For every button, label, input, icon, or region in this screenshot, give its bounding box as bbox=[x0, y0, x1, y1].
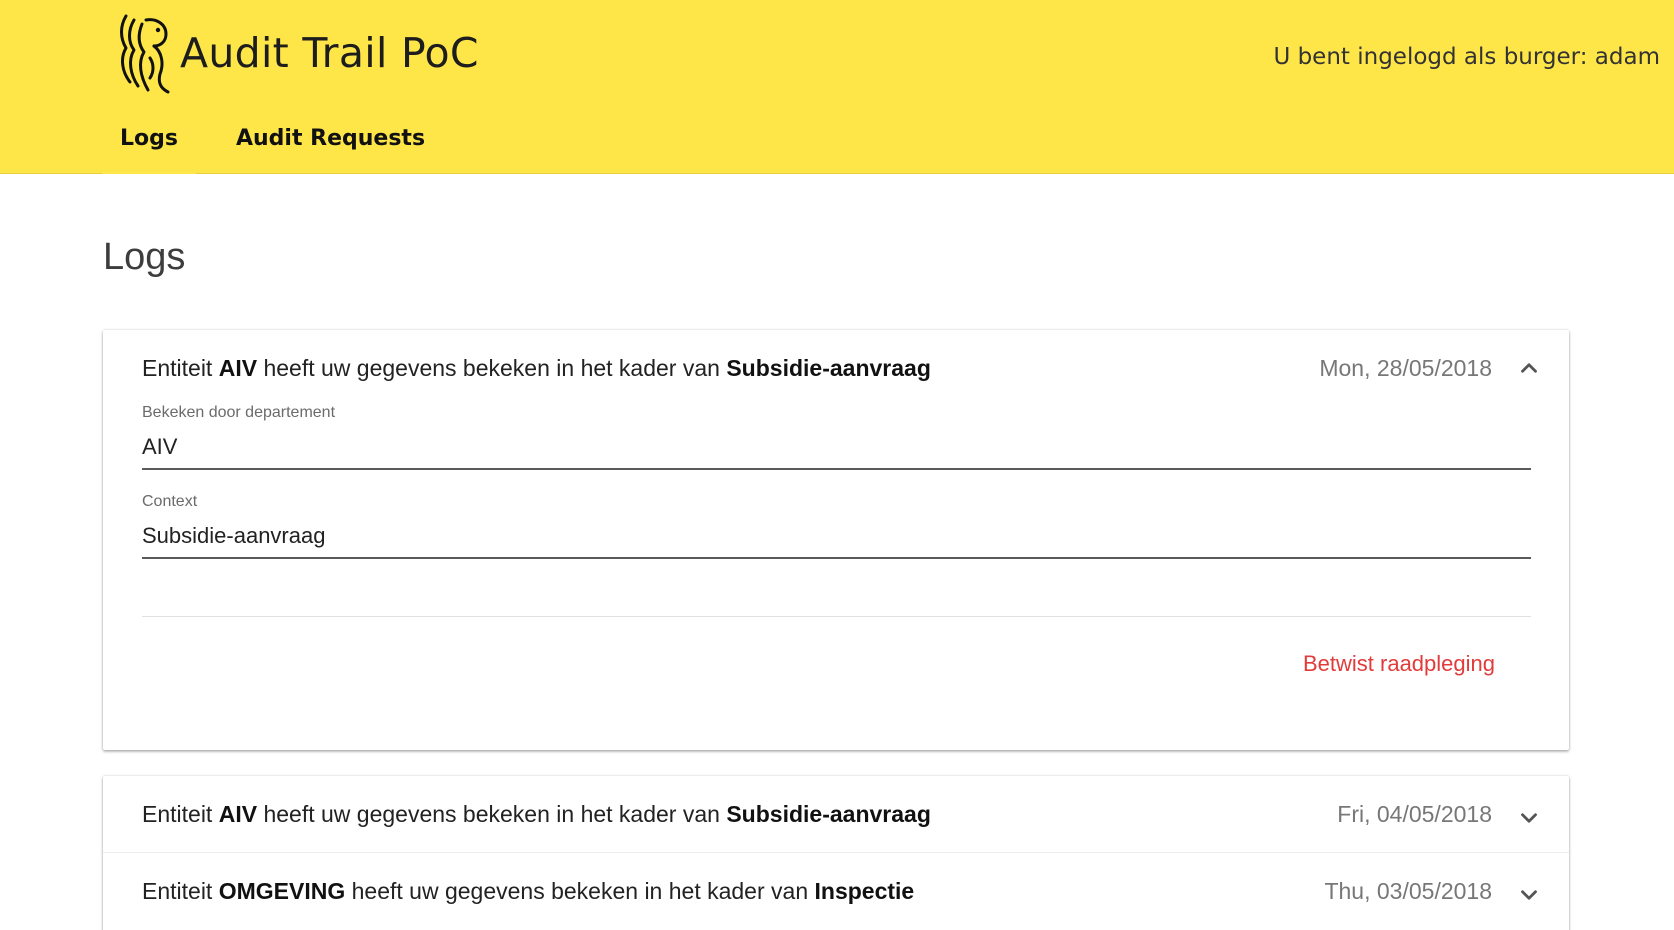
log-entity: OMGEVING bbox=[218, 877, 346, 904]
nav-item-audit-requests[interactable]: Audit Requests bbox=[218, 118, 443, 174]
log-prefix: Entiteit bbox=[142, 877, 213, 904]
department-field: Bekeken door departement bbox=[142, 404, 1531, 470]
log-middle-text: heeft uw gegevens bekeken in het kader v… bbox=[263, 354, 720, 381]
main-nav: Logs Audit Requests bbox=[102, 118, 443, 174]
log-header[interactable]: Entiteit AIV heeft uw gegevens bekeken i… bbox=[103, 776, 1569, 852]
log-prefix: Entiteit bbox=[142, 354, 213, 381]
log-header[interactable]: Entiteit AIV heeft uw gegevens bekeken i… bbox=[103, 330, 1569, 406]
app-title: Audit Trail PoC bbox=[180, 29, 479, 77]
log-title: Entiteit AIV heeft uw gegevens bekeken i… bbox=[142, 801, 931, 828]
log-title: Entiteit AIV heeft uw gegevens bekeken i… bbox=[142, 355, 931, 382]
page-title: Logs bbox=[103, 236, 186, 278]
log-middle-text: heeft uw gegevens bekeken in het kader v… bbox=[263, 800, 720, 827]
log-date: Mon, 28/05/2018 bbox=[1319, 354, 1492, 381]
log-context: Subsidie-aanvraag bbox=[726, 354, 931, 381]
log-date: Thu, 03/05/2018 bbox=[1324, 877, 1492, 904]
top-bar: Audit Trail PoC U bent ingelogd als burg… bbox=[0, 0, 1674, 174]
brand[interactable]: Audit Trail PoC bbox=[116, 12, 479, 94]
department-input[interactable] bbox=[142, 434, 1531, 470]
log-context: Inspectie bbox=[814, 877, 915, 904]
context-label: Context bbox=[142, 493, 198, 510]
log-title: Entiteit OMGEVING heeft uw gegevens beke… bbox=[142, 878, 914, 905]
department-label: Bekeken door departement bbox=[142, 404, 336, 421]
log-middle-text: heeft uw gegevens bekeken in het kader v… bbox=[351, 877, 809, 904]
log-entity: AIV bbox=[218, 800, 258, 827]
divider bbox=[142, 616, 1531, 617]
chevron-down-icon[interactable] bbox=[1516, 805, 1542, 831]
login-status: U bent ingelogd als burger: adam bbox=[1273, 44, 1660, 70]
context-input[interactable] bbox=[142, 523, 1531, 559]
log-prefix: Entiteit bbox=[142, 800, 213, 827]
nav-item-logs[interactable]: Logs bbox=[102, 118, 196, 174]
log-context: Subsidie-aanvraag bbox=[726, 800, 931, 827]
flemish-lion-logo bbox=[120, 14, 170, 94]
log-header[interactable]: Entiteit OMGEVING heeft uw gegevens beke… bbox=[103, 853, 1569, 929]
chevron-down-icon[interactable] bbox=[1516, 882, 1542, 908]
log-entity: AIV bbox=[218, 354, 258, 381]
dispute-consultation-button[interactable]: Betwist raadpleging bbox=[1303, 651, 1495, 677]
log-panel-expanded: Entiteit AIV heeft uw gegevens bekeken i… bbox=[103, 330, 1569, 750]
chevron-up-icon[interactable] bbox=[1516, 355, 1542, 381]
log-date: Fri, 04/05/2018 bbox=[1337, 800, 1492, 827]
log-list-panel: Entiteit AIV heeft uw gegevens bekeken i… bbox=[103, 776, 1569, 930]
context-field: Context bbox=[142, 493, 1531, 559]
